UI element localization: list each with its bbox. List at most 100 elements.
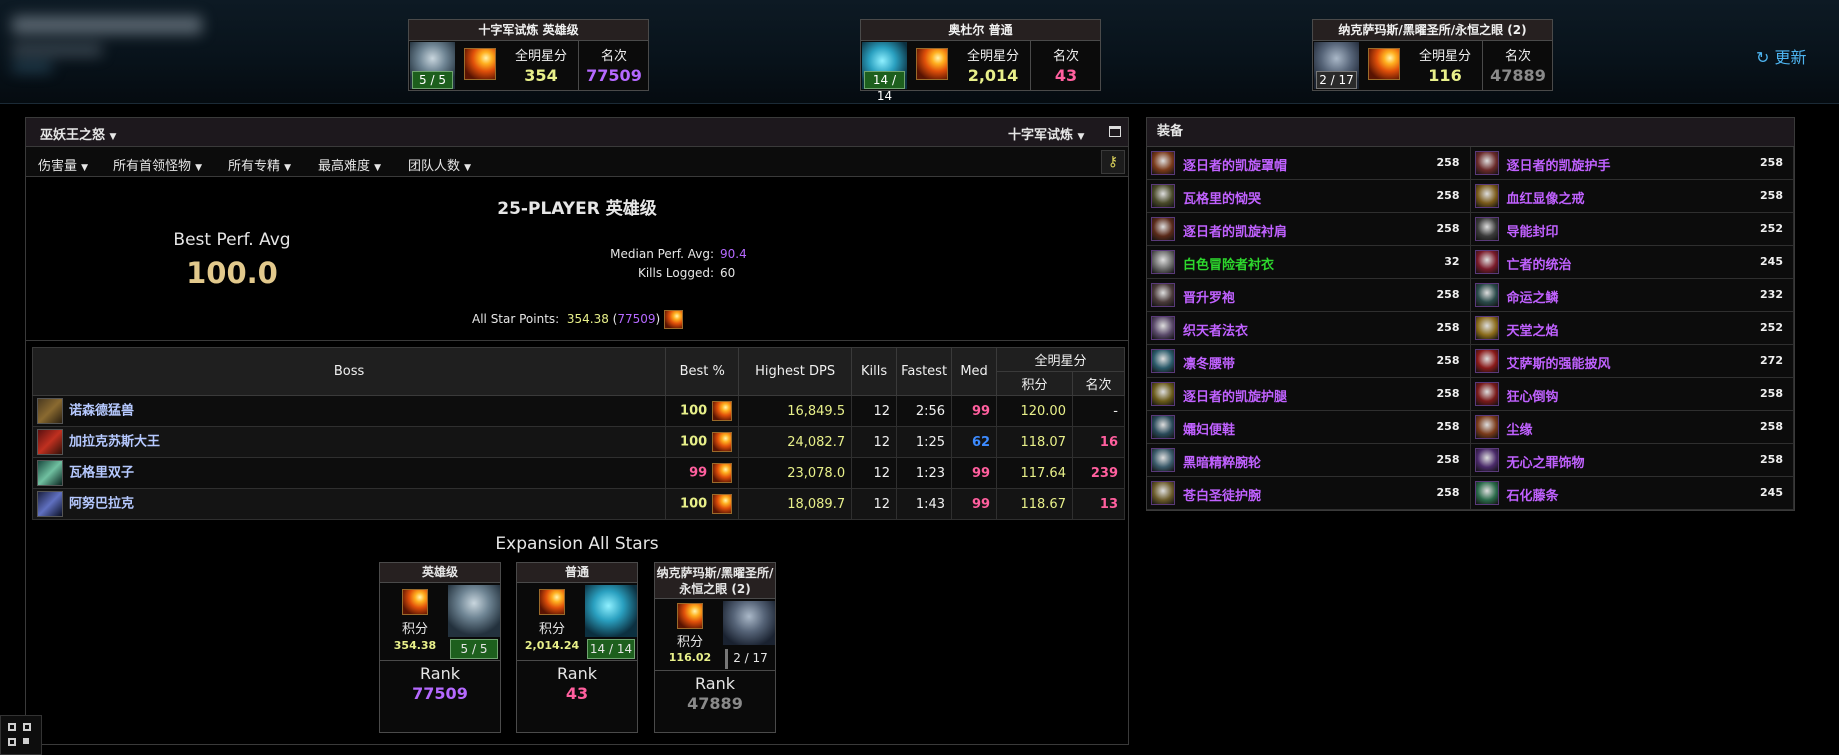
gear-item-icon: [1474, 250, 1499, 274]
gear-item-icon: [1151, 217, 1175, 241]
median-label: Median Perf. Avg:: [610, 247, 714, 261]
gear-item-name[interactable]: 石化藤条: [1507, 485, 1559, 504]
gear-item-name[interactable]: 织天者法衣: [1183, 320, 1248, 339]
points-label: 积分: [538, 622, 565, 637]
refresh-button[interactable]: ↻ 更新: [1756, 44, 1807, 68]
zone-progress: 5 / 5: [412, 71, 453, 89]
filter-difficulty[interactable]: 最高难度 ▼: [318, 155, 381, 174]
zone-summary-1[interactable]: 十字军试炼 英雄级 5 / 5 全明星分 354 名次 77509: [408, 19, 649, 91]
gear-item-name[interactable]: 尘缘: [1507, 419, 1533, 438]
gear-item[interactable]: 晋升罗袍 258: [1147, 279, 1471, 312]
table-row[interactable]: 瓦格里双子 99 23,078.0 12 1:23 99 117.64 239: [31, 457, 1126, 489]
boss-name[interactable]: 诺森德猛兽: [69, 404, 134, 419]
gear-item[interactable]: 无心之罪饰物 258: [1470, 444, 1794, 477]
table-row[interactable]: 加拉克苏斯大王 100 24,082.7 12 1:25 62 118.07 1…: [31, 426, 1126, 458]
zone-dropdown[interactable]: 十字军试炼 ▼: [1008, 124, 1084, 143]
gear-item[interactable]: 石化藤条 245: [1470, 477, 1794, 510]
gear-item[interactable]: 尘缘 258: [1470, 411, 1794, 444]
zone-summary-2[interactable]: 奥杜尔 普通 14 / 14 全明星分 2,014 名次 43: [860, 19, 1101, 103]
gear-item-name[interactable]: 亡者的统治: [1507, 254, 1572, 273]
rankings-panel: 巫妖王之怒 ▼ 十字军试炼 ▼ 伤害量 ▼ 所有首领怪物 ▼ 所有专精 ▼ 最高…: [25, 117, 1129, 745]
gear-item-name[interactable]: 瓦格里的恸哭: [1183, 188, 1261, 207]
rank-label: 名次: [1504, 49, 1531, 64]
gear-item-level: 258: [1436, 288, 1460, 301]
points-label: 积分: [401, 622, 428, 637]
rank-label: 名次: [600, 49, 627, 64]
gear-item-level: 258: [1436, 420, 1460, 433]
qr-code-icon[interactable]: [0, 715, 42, 755]
gear-item[interactable]: 白色冒险者衬衣 32: [1147, 246, 1471, 279]
gear-item[interactable]: 天堂之焰 252: [1470, 312, 1794, 345]
col-fastest[interactable]: Fastest: [896, 347, 953, 396]
gear-item[interactable]: 苍白圣徒护腕 258: [1147, 477, 1471, 510]
gear-item[interactable]: 逐日者的凯旋衬肩 258: [1147, 213, 1471, 246]
col-best[interactable]: Best %: [665, 347, 740, 396]
gear-item[interactable]: 逐日者的凯旋护手 258: [1470, 147, 1794, 180]
zone-progress: 14 / 14: [587, 639, 635, 659]
all-star-card-1[interactable]: 英雄级 积分 354.38 5 / 5 Rank 77509: [379, 562, 501, 733]
gear-item[interactable]: 命运之鳞 232: [1470, 279, 1794, 312]
key-icon[interactable]: ⚷: [1101, 150, 1125, 174]
table-row[interactable]: 诺森德猛兽 100 16,849.5 12 2:56 99 120.00 -: [31, 395, 1126, 427]
col-points[interactable]: 积分: [996, 371, 1073, 396]
gear-item[interactable]: 狂心倒钩 258: [1470, 378, 1794, 411]
gear-item-icon: [1151, 481, 1175, 505]
gear-item-name[interactable]: 无心之罪饰物: [1507, 452, 1585, 471]
gear-item[interactable]: 逐日者的凯旋罩帽 258: [1147, 147, 1471, 180]
boss-name[interactable]: 加拉克苏斯大王: [69, 435, 160, 450]
col-rank[interactable]: 名次: [1071, 371, 1126, 396]
gear-item[interactable]: 导能封印 252: [1470, 213, 1794, 246]
gear-item-name[interactable]: 天堂之焰: [1507, 320, 1559, 339]
filter-specs[interactable]: 所有专精 ▼: [228, 155, 291, 174]
gear-item-icon: [1474, 151, 1499, 175]
gear-item-name[interactable]: 血红显像之戒: [1507, 188, 1585, 207]
best-percent: 99: [689, 465, 708, 481]
rank: 239: [1071, 457, 1126, 489]
gear-item-name[interactable]: 凛冬腰带: [1183, 353, 1235, 372]
table-row[interactable]: 阿努巴拉克 100 18,089.7 12 1:43 99 118.67 13: [31, 488, 1126, 520]
filter-raid-size[interactable]: 团队人数 ▼: [408, 155, 471, 174]
points-label: 积分: [676, 635, 703, 650]
gear-item-name[interactable]: 艾萨斯的强能披风: [1507, 353, 1611, 372]
filter-metric[interactable]: 伤害量 ▼: [38, 155, 88, 174]
zone-summary-title: 十字军试炼 英雄级: [409, 20, 648, 41]
gear-item-name[interactable]: 逐日者的凯旋护腿: [1183, 386, 1287, 405]
gear-item-name[interactable]: 晋升罗袍: [1183, 287, 1235, 306]
gear-item-name[interactable]: 逐日者的凯旋罩帽: [1183, 155, 1287, 174]
stars-label: 全明星分: [966, 49, 1019, 64]
col-boss[interactable]: Boss: [31, 347, 667, 396]
gear-item-name[interactable]: 苍白圣徒护腕: [1183, 485, 1261, 504]
gear-item[interactable]: 血红显像之戒 258: [1470, 180, 1794, 213]
gear-item-name[interactable]: 白色冒险者衬衣: [1183, 254, 1274, 273]
rank-label: Rank: [695, 674, 735, 693]
highest-dps: 18,089.7: [738, 488, 853, 520]
expansion-dropdown[interactable]: 巫妖王之怒 ▼: [40, 124, 116, 143]
gear-item[interactable]: 黑暗精粹腕轮 258: [1147, 444, 1471, 477]
gear-item-name[interactable]: 黑暗精粹腕轮: [1183, 452, 1261, 471]
gear-item-name[interactable]: 逐日者的凯旋护手: [1507, 155, 1611, 174]
gear-item-name[interactable]: 命运之鳞: [1507, 287, 1559, 306]
gear-item-name[interactable]: 孀妇便鞋: [1183, 419, 1235, 438]
maximize-icon[interactable]: [1109, 126, 1121, 137]
gear-item-name[interactable]: 狂心倒钩: [1507, 386, 1559, 405]
stars-value: 354: [524, 66, 558, 85]
gear-item[interactable]: 瓦格里的恸哭 258: [1147, 180, 1471, 213]
col-dps[interactable]: Highest DPS: [738, 347, 853, 396]
all-star-card-3[interactable]: 纳克萨玛斯/黑曜圣所/永恒之眼 (2) 积分 116.02 2 / 17 Ran…: [654, 562, 776, 733]
gear-item[interactable]: 孀妇便鞋 258: [1147, 411, 1471, 444]
gear-item-name[interactable]: 逐日者的凯旋衬肩: [1183, 221, 1287, 240]
filter-bosses[interactable]: 所有首领怪物 ▼: [113, 155, 202, 174]
boss-name[interactable]: 瓦格里双子: [69, 466, 134, 481]
gear-item-icon: [1474, 217, 1499, 241]
gear-item-name[interactable]: 导能封印: [1507, 221, 1559, 240]
gear-item[interactable]: 艾萨斯的强能披风 272: [1470, 345, 1794, 378]
zone-summary-3[interactable]: 纳克萨玛斯/黑曜圣所/永恒之眼 (2) 2 / 17 全明星分 116 名次 478…: [1312, 19, 1553, 91]
all-star-card-2[interactable]: 普通 积分 2,014.24 14 / 14 Rank 43: [516, 562, 638, 733]
boss-name[interactable]: 阿努巴拉克: [69, 497, 134, 512]
gear-item[interactable]: 凛冬腰带 258: [1147, 345, 1471, 378]
gear-item[interactable]: 亡者的统治 245: [1470, 246, 1794, 279]
col-kills[interactable]: Kills: [851, 347, 898, 396]
col-med[interactable]: Med: [951, 347, 998, 396]
gear-item[interactable]: 织天者法衣 258: [1147, 312, 1471, 345]
gear-item[interactable]: 逐日者的凯旋护腿 258: [1147, 378, 1471, 411]
